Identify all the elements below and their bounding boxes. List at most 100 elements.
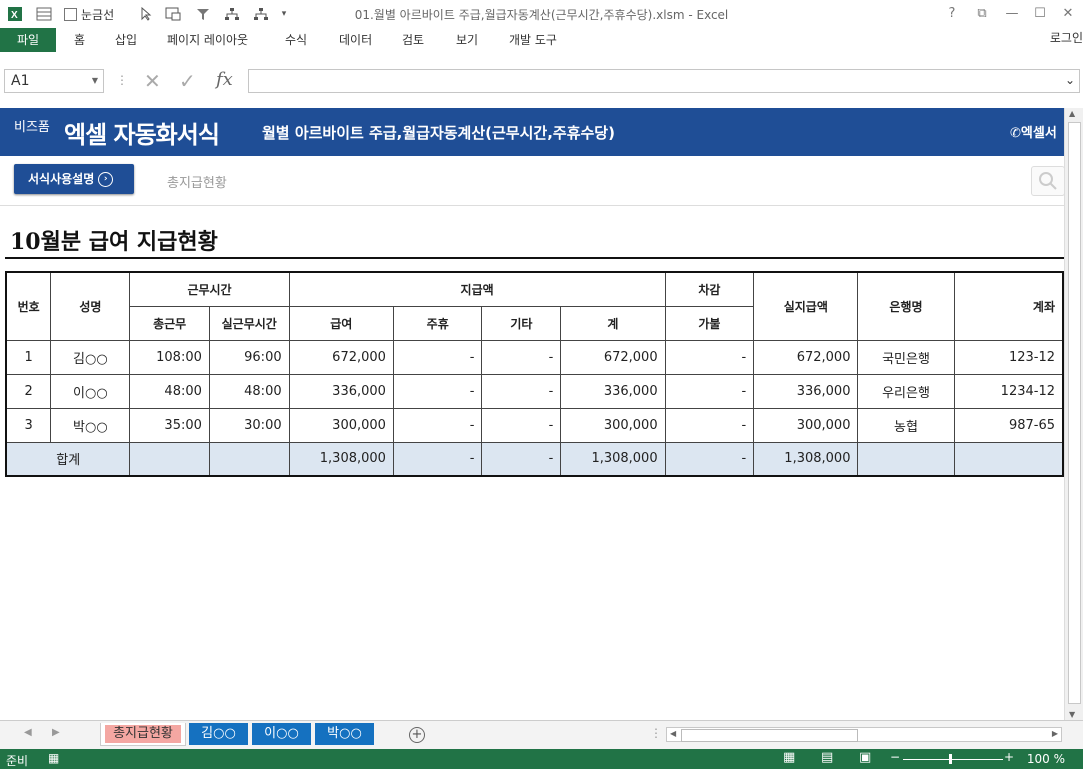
- cell-account[interactable]: 987-65: [953, 407, 1064, 443]
- total-actual-work[interactable]: [208, 441, 290, 477]
- cancel-icon[interactable]: ✕: [144, 69, 161, 93]
- zoom-slider-thumb[interactable]: [949, 754, 952, 764]
- sheet-tab-park[interactable]: 박○○: [315, 723, 374, 745]
- cell-advance[interactable]: -: [664, 339, 755, 375]
- total-weekly-holiday[interactable]: -: [392, 441, 483, 477]
- tab-insert[interactable]: 삽입: [115, 28, 137, 52]
- tab-formulas[interactable]: 수식: [285, 28, 307, 52]
- cell-bank[interactable]: 우리은행: [857, 373, 955, 409]
- cell-name[interactable]: 김○○: [50, 339, 131, 375]
- tab-data[interactable]: 데이터: [339, 28, 372, 52]
- header-salary[interactable]: 급여: [288, 305, 394, 341]
- cell-sum[interactable]: 672,000: [560, 339, 666, 375]
- expand-formula-icon[interactable]: ⌄: [1065, 73, 1075, 87]
- formula-input[interactable]: ⌄: [248, 69, 1080, 93]
- tab-splitter-icon[interactable]: ⋮: [650, 726, 662, 740]
- scroll-down-icon[interactable]: ▼: [1069, 710, 1075, 719]
- cell-no[interactable]: 3: [5, 407, 52, 443]
- cell-bank[interactable]: 국민은행: [857, 339, 955, 375]
- tab-page-layout[interactable]: 페이지 레이아웃: [167, 28, 248, 52]
- close-button[interactable]: ✕: [1056, 4, 1080, 24]
- minimize-button[interactable]: —: [1000, 4, 1024, 24]
- cell-no[interactable]: 2: [5, 373, 52, 409]
- cell-net-pay[interactable]: 300,000: [753, 407, 859, 443]
- zoom-slider[interactable]: [903, 759, 1003, 760]
- cell-other[interactable]: -: [481, 339, 562, 375]
- add-sheet-icon[interactable]: +: [409, 727, 425, 743]
- header-actual-work[interactable]: 실근무시간: [208, 305, 290, 341]
- cell-salary[interactable]: 300,000: [288, 407, 394, 443]
- sheet-tab-summary[interactable]: 총지급현황: [100, 723, 186, 746]
- header-net-pay[interactable]: 실지급액: [753, 271, 859, 341]
- macro-record-icon[interactable]: ▦: [48, 751, 59, 765]
- total-label[interactable]: 합계: [5, 441, 131, 477]
- cell-total-work[interactable]: 108:00: [129, 339, 210, 375]
- cell-total-work[interactable]: 48:00: [129, 373, 210, 409]
- ribbon-display-button[interactable]: ⧉: [970, 4, 994, 24]
- login-link[interactable]: 로그인: [1050, 28, 1083, 52]
- total-total-work[interactable]: [129, 441, 210, 477]
- total-bank[interactable]: [857, 441, 955, 477]
- horizontal-scrollbar[interactable]: ◀ ▶: [666, 727, 1062, 742]
- header-weekly-holiday[interactable]: 주휴: [392, 305, 483, 341]
- horizontal-scroll-thumb[interactable]: [681, 729, 858, 742]
- total-account[interactable]: [953, 441, 1064, 477]
- tab-scroll-left-icon[interactable]: ◀: [24, 727, 32, 738]
- cell-net-pay[interactable]: 336,000: [753, 373, 859, 409]
- zoom-out-icon[interactable]: −: [890, 750, 900, 764]
- cell-actual-work[interactable]: 30:00: [208, 407, 290, 443]
- total-advance[interactable]: -: [664, 441, 755, 477]
- cell-advance[interactable]: -: [664, 373, 755, 409]
- total-other[interactable]: -: [481, 441, 562, 477]
- banner-right[interactable]: ✆엑셀서: [1010, 122, 1057, 141]
- header-advance[interactable]: 가불: [664, 305, 755, 341]
- sheet-tab-kim[interactable]: 김○○: [189, 723, 248, 745]
- cell-weekly-holiday[interactable]: -: [392, 407, 483, 443]
- total-sum[interactable]: 1,308,000: [560, 441, 666, 477]
- worksheet[interactable]: 비즈폼 엑셀 자동화서식 월별 아르바이트 주급,월급자동계산(근무시간,주휴수…: [0, 108, 1064, 720]
- header-name[interactable]: 성명: [50, 271, 131, 341]
- name-box[interactable]: A1 ▼: [4, 69, 104, 93]
- help-button[interactable]: ?: [940, 4, 964, 24]
- page-break-view-icon[interactable]: ▣: [859, 750, 871, 765]
- scroll-left-icon[interactable]: ◀: [670, 729, 676, 738]
- cell-other[interactable]: -: [481, 373, 562, 409]
- scroll-up-icon[interactable]: ▲: [1069, 109, 1075, 118]
- tab-scroll-right-icon[interactable]: ▶: [52, 727, 60, 738]
- cell-sum[interactable]: 300,000: [560, 407, 666, 443]
- header-bank[interactable]: 은행명: [857, 271, 955, 341]
- page-layout-view-icon[interactable]: ▤: [821, 750, 833, 765]
- cell-weekly-holiday[interactable]: -: [392, 373, 483, 409]
- usage-guide-button[interactable]: 서식사용설명 ›: [14, 164, 134, 194]
- file-tab[interactable]: 파일: [0, 28, 56, 52]
- cell-total-work[interactable]: 35:00: [129, 407, 210, 443]
- total-salary[interactable]: 1,308,000: [288, 441, 394, 477]
- cell-salary[interactable]: 336,000: [288, 373, 394, 409]
- cell-no[interactable]: 1: [5, 339, 52, 375]
- cell-name[interactable]: 박○○: [50, 407, 131, 443]
- chevron-down-icon[interactable]: ▼: [92, 70, 98, 92]
- sheet-tab-lee[interactable]: 이○○: [252, 723, 311, 745]
- header-deduction[interactable]: 차감: [664, 271, 755, 307]
- cell-sum[interactable]: 336,000: [560, 373, 666, 409]
- tab-view[interactable]: 보기: [456, 28, 478, 52]
- insert-function-icon[interactable]: fx: [216, 69, 233, 90]
- cell-actual-work[interactable]: 48:00: [208, 373, 290, 409]
- cell-account[interactable]: 123-12: [953, 339, 1064, 375]
- maximize-button[interactable]: ☐: [1028, 4, 1052, 24]
- header-total-work[interactable]: 총근무: [129, 305, 210, 341]
- header-no[interactable]: 번호: [5, 271, 52, 341]
- cell-weekly-holiday[interactable]: -: [392, 339, 483, 375]
- cell-name[interactable]: 이○○: [50, 373, 131, 409]
- cell-actual-work[interactable]: 96:00: [208, 339, 290, 375]
- summary-link[interactable]: 총지급현황: [167, 172, 227, 191]
- header-payment[interactable]: 지급액: [288, 271, 666, 307]
- cell-account[interactable]: 1234-12: [953, 373, 1064, 409]
- search-button[interactable]: [1031, 166, 1064, 196]
- normal-view-icon[interactable]: ▦: [783, 750, 795, 765]
- zoom-level[interactable]: 100 %: [1027, 752, 1065, 766]
- cell-net-pay[interactable]: 672,000: [753, 339, 859, 375]
- zoom-in-icon[interactable]: +: [1004, 750, 1014, 764]
- cell-other[interactable]: -: [481, 407, 562, 443]
- tab-developer[interactable]: 개발 도구: [509, 28, 557, 52]
